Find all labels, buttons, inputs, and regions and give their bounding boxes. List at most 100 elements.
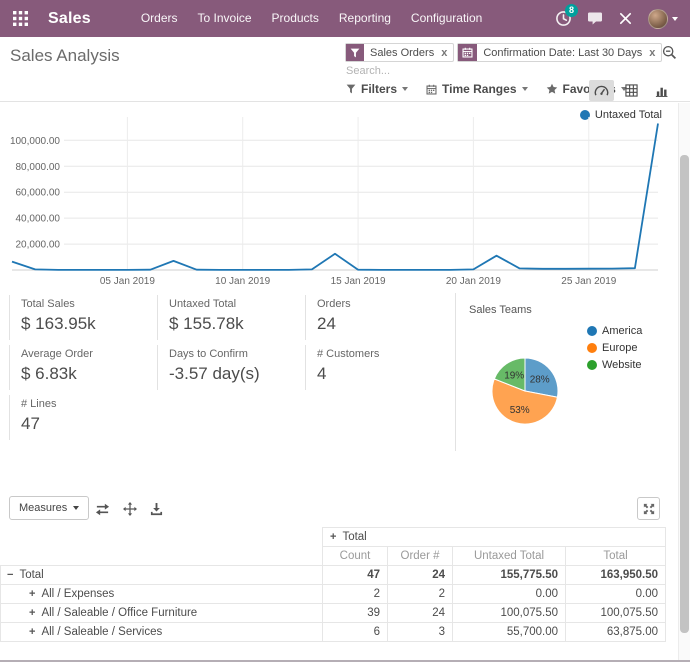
- pivot-cell: 2: [323, 585, 388, 604]
- view-graph-button[interactable]: [649, 80, 674, 101]
- kpi-tile-customers[interactable]: # Customers4: [305, 345, 449, 390]
- developer-tools-icon[interactable]: [618, 11, 633, 26]
- vertical-scrollbar[interactable]: [678, 103, 690, 662]
- button-time-ranges[interactable]: Time Ranges: [420, 80, 533, 98]
- kpi-value: $ 155.78k: [169, 314, 301, 334]
- activity-clock-icon[interactable]: 8: [555, 10, 572, 27]
- pivot-row-label[interactable]: + All / Saleable / Office Furniture: [1, 604, 323, 623]
- pivot-column-group-label: Total: [342, 531, 366, 543]
- svg-text:25 Jan 2019: 25 Jan 2019: [561, 276, 616, 287]
- row-label-text: All / Expenses: [41, 588, 114, 600]
- view-dashboard-button[interactable]: [589, 80, 614, 101]
- search-magnifier-icon[interactable]: [662, 45, 677, 60]
- kpi-tile-untaxed-total[interactable]: Untaxed Total $ 155.78k: [157, 295, 305, 340]
- pivot-row-all-saleable-office-furniture: +All / Saleable / Office Furniture392410…: [1, 604, 666, 623]
- kpi-tile-orders[interactable]: Orders24: [305, 295, 449, 340]
- pivot-row-label[interactable]: +All / Saleable / Services: [1, 623, 323, 642]
- chevron-down-icon: [73, 506, 79, 510]
- pivot-column-header-total[interactable]: Total: [566, 547, 666, 566]
- row-expand-icon[interactable]: +: [29, 607, 35, 619]
- pivot-cell: 155,775.50: [453, 566, 566, 585]
- search-input[interactable]: [346, 65, 638, 77]
- pivot-column-header-count[interactable]: Count: [323, 547, 388, 566]
- pivot-cell: 0.00: [566, 585, 666, 604]
- legend-item-america[interactable]: America: [587, 322, 642, 339]
- legend-item-website[interactable]: Website: [587, 356, 642, 373]
- expand-all-icon[interactable]: [123, 502, 137, 516]
- measures-button[interactable]: Measures: [9, 496, 89, 520]
- pivot-row-total: −Total4724155,775.50163,950.50: [1, 566, 666, 585]
- filter-icon: [346, 84, 356, 94]
- pivot-row-label[interactable]: −Total: [1, 566, 323, 585]
- facet-remove-icon[interactable]: x: [440, 44, 453, 61]
- kpi-tile-total-sales[interactable]: Total Sales$ 163.95k: [9, 295, 157, 340]
- untaxed-total-line-chart: 20,000.0040,000.0060,000.0080,000.00100,…: [6, 113, 668, 291]
- download-icon[interactable]: [150, 502, 163, 516]
- kpi-label: Orders: [317, 298, 445, 310]
- pivot-cell: 39: [323, 604, 388, 623]
- row-expand-icon[interactable]: +: [29, 588, 35, 600]
- sales-teams-title: Sales Teams: [456, 293, 674, 316]
- scrollbar-thumb[interactable]: [680, 155, 689, 633]
- view-switcher: [589, 80, 674, 101]
- svg-text:20,000.00: 20,000.00: [16, 240, 61, 251]
- navbar-right-icons: 8: [555, 9, 690, 29]
- control-panel: Sales Analysis Sales OrdersxConfirmation…: [0, 37, 690, 102]
- svg-text:20 Jan 2019: 20 Jan 2019: [446, 276, 501, 287]
- legend-item-europe[interactable]: Europe: [587, 339, 642, 356]
- sales-teams-panel: Sales Teams 28%53%19% AmericaEuropeWebsi…: [455, 293, 674, 451]
- button-filters[interactable]: Filters: [340, 80, 414, 98]
- menu-item-reporting[interactable]: Reporting: [329, 0, 401, 37]
- menu-item-to-invoice[interactable]: To Invoice: [188, 0, 262, 37]
- legend-dot: [587, 343, 597, 353]
- calendar-icon: [426, 84, 437, 95]
- kpi-label: Untaxed Total: [169, 298, 301, 310]
- measures-button-label: Measures: [19, 502, 67, 514]
- user-avatar: [648, 9, 668, 29]
- button-label: Filters: [361, 82, 397, 96]
- legend-label: America: [602, 325, 642, 337]
- kpi-tile-average-order[interactable]: Average Order$ 6.83k: [9, 345, 157, 390]
- legend-label: Website: [602, 359, 642, 371]
- page-title: Sales Analysis: [10, 46, 120, 66]
- expand-fullscreen-icon[interactable]: [637, 497, 660, 520]
- search-facet-confirmation-date-last-30-days[interactable]: Confirmation Date: Last 30 Daysx: [457, 43, 662, 62]
- row-label-text: Total: [19, 569, 43, 581]
- svg-text:60,000.00: 60,000.00: [16, 188, 61, 199]
- user-menu[interactable]: [648, 9, 678, 29]
- chevron-down-icon: [672, 17, 678, 21]
- pivot-column-header-order[interactable]: Order #: [388, 547, 453, 566]
- kpi-tile-days-to-confirm[interactable]: Days to Confirm-3.57 day(s): [157, 345, 305, 390]
- chat-icon[interactable]: [587, 11, 603, 26]
- row-label-text: All / Saleable / Office Furniture: [41, 607, 197, 619]
- pivot-cell: 100,075.50: [566, 604, 666, 623]
- search-facet-sales-orders[interactable]: Sales Ordersx: [345, 43, 454, 62]
- pivot-column-group-header[interactable]: +Total: [323, 528, 666, 547]
- bar-chart-icon: [655, 84, 668, 97]
- facet-label: Sales Orders: [364, 44, 440, 61]
- row-expand-icon[interactable]: +: [29, 626, 35, 638]
- flip-axis-icon[interactable]: [95, 502, 110, 516]
- facet-label: Confirmation Date: Last 30 Days: [477, 44, 648, 61]
- apps-grid-icon[interactable]: [0, 11, 40, 26]
- pivot-row-label[interactable]: + All / Expenses: [1, 585, 323, 604]
- pivot-cell: 63,875.00: [566, 623, 666, 642]
- pivot-cell: 2: [388, 585, 453, 604]
- row-collapse-icon[interactable]: −: [7, 569, 13, 581]
- svg-text:15 Jan 2019: 15 Jan 2019: [331, 276, 386, 287]
- facet-remove-icon[interactable]: x: [648, 44, 661, 61]
- pivot-row-all-expenses: +All / Expenses220.000.00: [1, 585, 666, 604]
- menu-item-configuration[interactable]: Configuration: [401, 0, 492, 37]
- view-pivot-button[interactable]: [619, 80, 644, 101]
- kpi-label: Average Order: [21, 348, 153, 360]
- dashboard-content: Untaxed Total 20,000.0040,000.0060,000.0…: [0, 103, 690, 662]
- menu-item-products[interactable]: Products: [262, 0, 329, 37]
- pivot-column-header-untaxed-total[interactable]: Untaxed Total: [453, 547, 566, 566]
- legend-dot: [587, 360, 597, 370]
- kpi-value: 4: [317, 364, 445, 384]
- kpi-tile-lines[interactable]: # Lines47: [9, 395, 157, 440]
- app-name[interactable]: Sales: [48, 10, 91, 28]
- menu-item-orders[interactable]: Orders: [131, 0, 188, 37]
- kpi-label: Days to Confirm: [169, 348, 301, 360]
- chevron-down-icon: [402, 87, 408, 91]
